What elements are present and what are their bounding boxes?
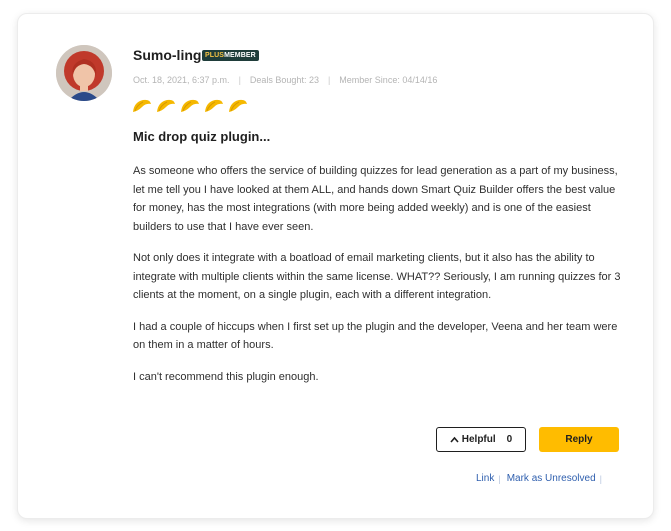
mark-unresolved-link[interactable]: Mark as Unresolved	[507, 473, 596, 484]
review-card: Sumo-ling PLUS MEMBER Oct. 18, 2021, 6:3…	[17, 13, 654, 519]
meta-separator: |	[327, 75, 331, 85]
helpful-label: Helpful	[461, 434, 496, 445]
member-since: Member Since: 04/14/16	[339, 75, 438, 85]
meta-separator: |	[238, 75, 241, 85]
link-separator: |	[599, 473, 602, 484]
plus-member-badge: PLUS MEMBER	[202, 50, 259, 61]
taco-icon	[229, 99, 247, 112]
review-paragraph: I had a couple of hiccups when I first s…	[133, 320, 618, 352]
review-paragraph: I can't recommend this plugin enough.	[133, 370, 319, 383]
review-meta: Oct. 18, 2021, 6:37 p.m. | Deals Bought:…	[133, 75, 437, 85]
review-date: Oct. 18, 2021, 6:37 p.m.	[133, 75, 230, 85]
review-body: As someone who offers the service of bui…	[133, 162, 628, 399]
badge-plus-text: PLUS	[205, 52, 225, 59]
link-link[interactable]: Link	[476, 473, 494, 484]
review-paragraph: As someone who offers the service of bui…	[133, 165, 618, 233]
review-links: Link | Mark as Unresolved |	[476, 473, 608, 484]
taco-icon	[157, 99, 175, 112]
deals-bought: Deals Bought: 23	[249, 75, 319, 85]
link-separator: |	[498, 473, 501, 484]
avatar-image	[56, 45, 112, 101]
review-title: Mic drop quiz plugin...	[133, 129, 271, 144]
avatar	[56, 45, 112, 101]
taco-icon	[205, 99, 223, 112]
badge-member-text: MEMBER	[224, 52, 256, 59]
taco-icon	[133, 99, 151, 112]
rating-tacos	[132, 99, 248, 113]
helpful-count: 0	[506, 434, 513, 445]
reply-button[interactable]: Reply	[539, 427, 619, 452]
chevron-up-icon	[450, 436, 459, 443]
taco-icon	[181, 99, 199, 112]
review-paragraph: Not only does it integrate with a boatlo…	[133, 252, 621, 301]
username[interactable]: Sumo-ling	[133, 47, 201, 63]
helpful-button[interactable]: Helpful 0	[436, 427, 526, 452]
